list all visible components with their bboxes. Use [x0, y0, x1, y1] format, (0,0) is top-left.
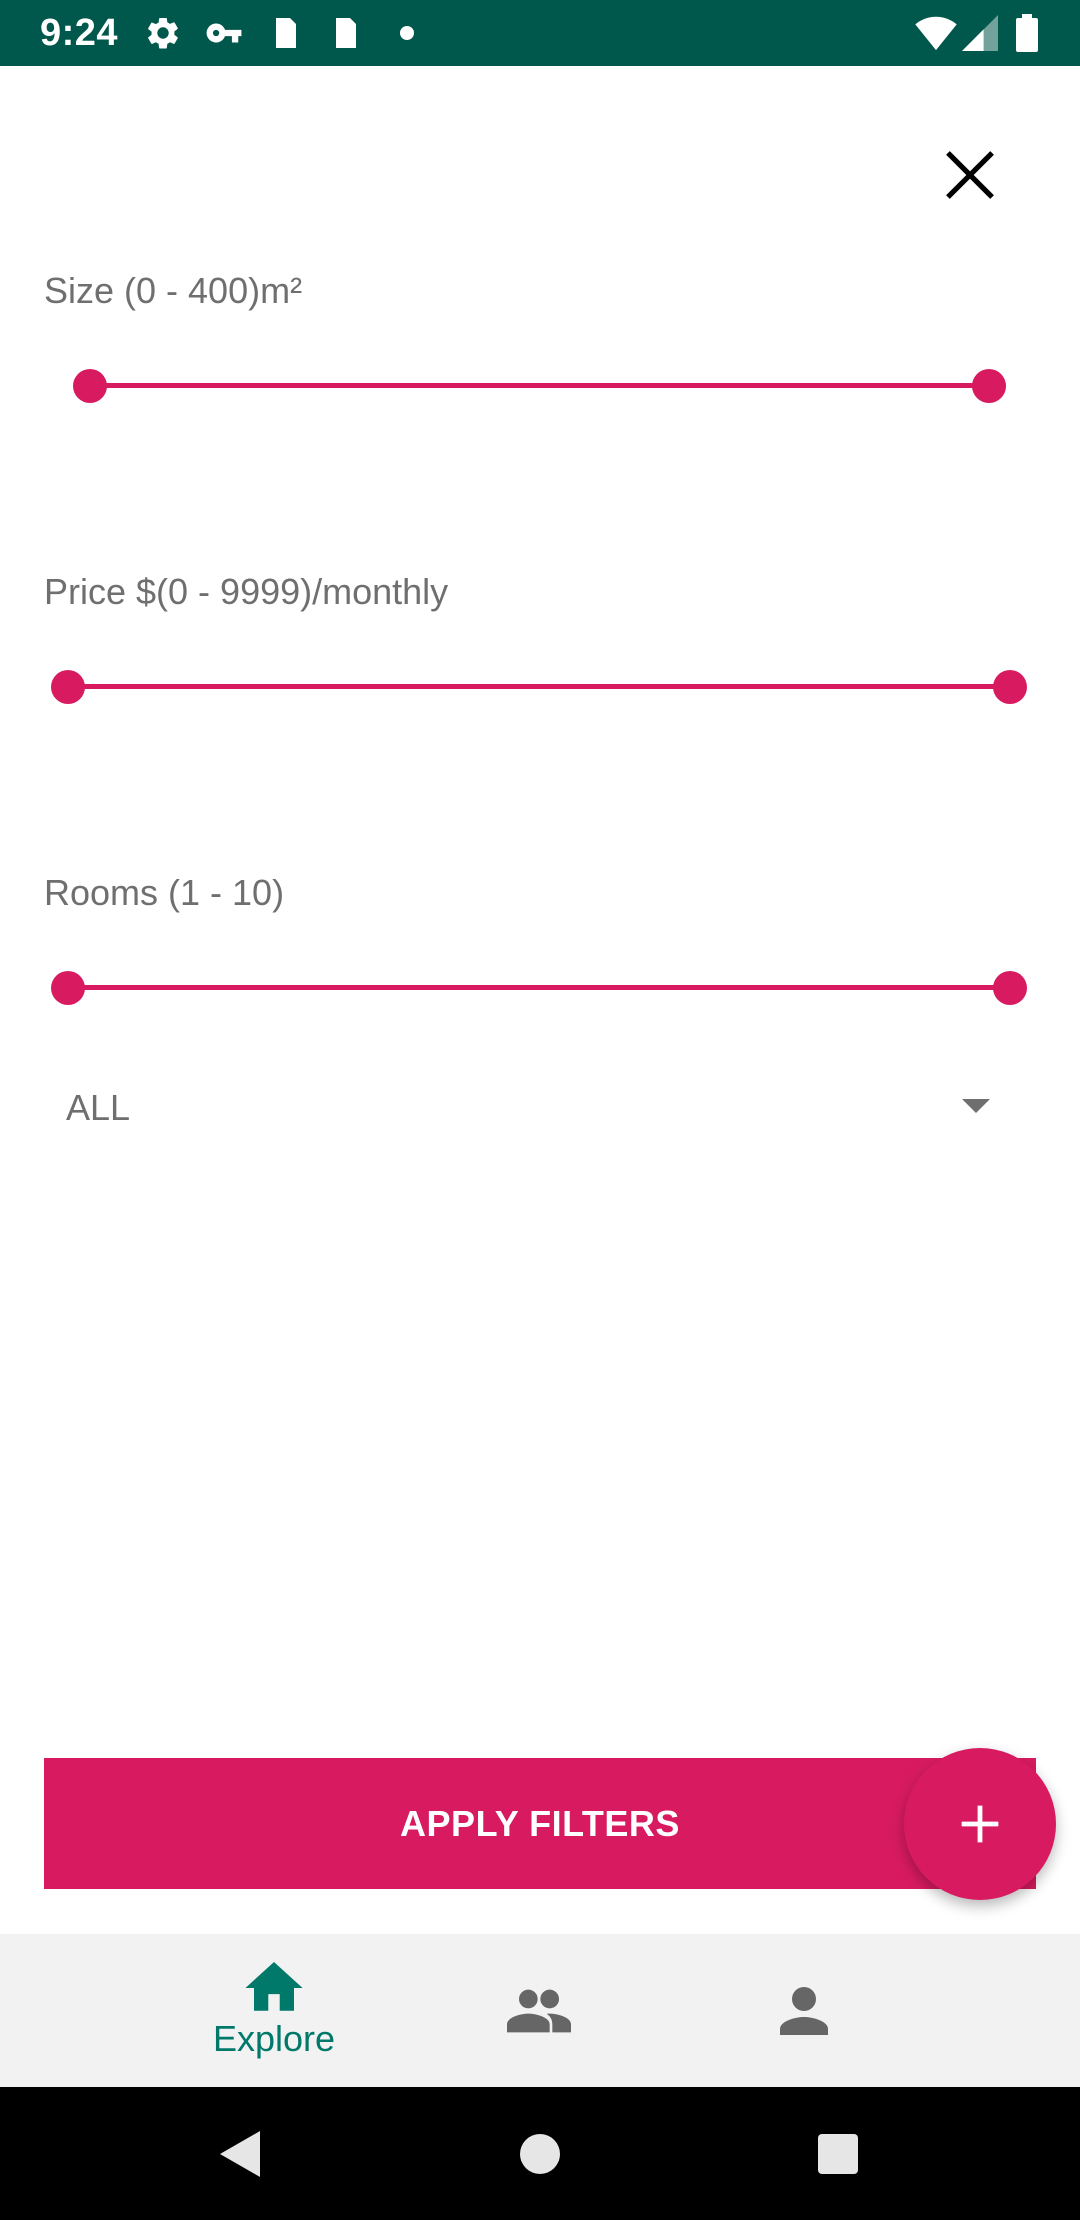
- type-dropdown[interactable]: ALL: [44, 1070, 1004, 1145]
- key-icon: [204, 14, 244, 52]
- price-range-slider[interactable]: [51, 667, 1027, 707]
- size-max-thumb[interactable]: [972, 369, 1006, 403]
- rooms-range-slider[interactable]: [51, 968, 1027, 1008]
- sim-card-icon: [276, 14, 296, 52]
- nav-item-explore[interactable]: Explore: [174, 1934, 374, 2087]
- rooms-filter-label: Rooms (1 - 10): [44, 872, 285, 913]
- dropdown-arrow-icon: [962, 1099, 990, 1113]
- size-range-slider[interactable]: [73, 366, 1006, 406]
- status-bar: 9:24: [0, 0, 1080, 66]
- rooms-min-thumb[interactable]: [51, 971, 85, 1005]
- close-icon: [946, 151, 994, 199]
- group-icon: [507, 1989, 571, 2032]
- battery-icon: [1016, 14, 1038, 52]
- slider-track: [90, 383, 989, 388]
- size-min-thumb[interactable]: [73, 369, 107, 403]
- nav-label-explore: Explore: [212, 2017, 336, 2059]
- system-recents-button[interactable]: [778, 2087, 898, 2220]
- price-filter-label: Price $(0 - 9999)/monthly: [44, 571, 449, 612]
- close-button[interactable]: [930, 135, 1010, 215]
- gear-icon: [144, 14, 182, 52]
- back-icon: [220, 2130, 260, 2177]
- apply-filters-button[interactable]: APPLY FILTERS: [44, 1758, 1036, 1889]
- add-fab-button[interactable]: [904, 1748, 1056, 1900]
- slider-track: [68, 684, 1010, 689]
- status-time: 9:24: [40, 12, 119, 54]
- slider-track: [68, 985, 1010, 990]
- signal-icon: [962, 14, 998, 52]
- home-icon: [245, 1961, 303, 2011]
- system-home-button[interactable]: [480, 2087, 600, 2220]
- bottom-navigation: Explore: [0, 1934, 1080, 2087]
- nav-item-profile[interactable]: [704, 1934, 904, 2087]
- size-filter-label: Size (0 - 400)m²: [44, 270, 303, 311]
- price-min-thumb[interactable]: [51, 670, 85, 704]
- nav-item-groups[interactable]: [439, 1934, 639, 2087]
- plus-icon: [961, 1805, 999, 1843]
- rooms-max-thumb[interactable]: [993, 971, 1027, 1005]
- system-navigation-bar: [0, 2087, 1080, 2220]
- recents-icon: [818, 2133, 858, 2174]
- dropdown-selected-value: ALL: [66, 1086, 131, 1128]
- notification-dot-icon: [400, 14, 414, 52]
- person-icon: [780, 1986, 828, 2035]
- price-max-thumb[interactable]: [993, 670, 1027, 704]
- system-back-button[interactable]: [180, 2087, 300, 2220]
- wifi-icon: [914, 14, 958, 52]
- home-circle-icon: [520, 2133, 560, 2174]
- sim-card-icon: [336, 14, 356, 52]
